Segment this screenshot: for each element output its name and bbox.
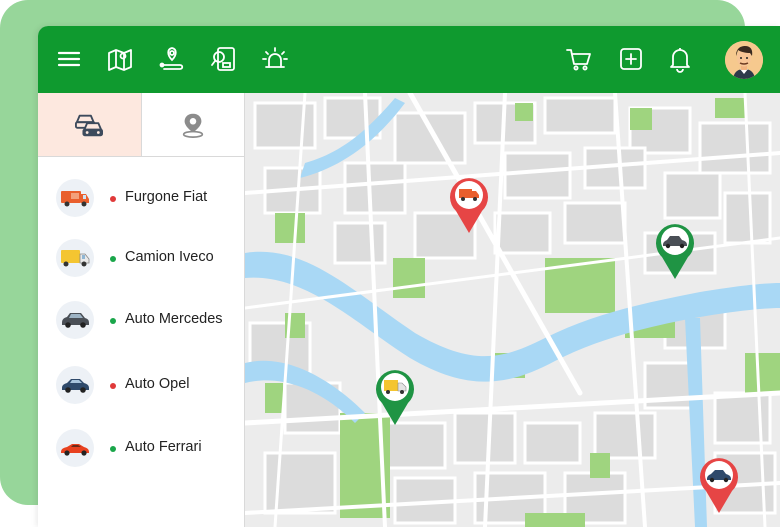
- location-pin-icon: [182, 113, 203, 138]
- avatar-face-icon: [725, 41, 763, 79]
- marker-pin-icon: [450, 178, 488, 233]
- notifications-button[interactable]: [664, 43, 696, 75]
- vehicle-item-auto-ferrari[interactable]: Auto Ferrari: [38, 427, 244, 471]
- vehicle-item-furgone-fiat[interactable]: Furgone Fiat: [38, 177, 244, 221]
- vehicle-sidebar: Furgone Fiat Camion Iveco Auto Mercedes: [38, 93, 245, 527]
- document-search-icon: [211, 47, 235, 71]
- vehicles-icon: [75, 114, 104, 136]
- vehicle-label: Auto Mercedes: [125, 311, 223, 327]
- marker-pin-icon: [700, 458, 738, 513]
- alarm-light-icon: [262, 47, 288, 68]
- status-dot: [110, 446, 116, 452]
- sidebar-tabs: [38, 93, 244, 157]
- route-pin-icon: [159, 47, 184, 70]
- car-icon: [56, 366, 94, 404]
- menu-icon: [57, 51, 81, 67]
- alarm-button[interactable]: [259, 43, 291, 75]
- cart-button[interactable]: [563, 43, 595, 75]
- van-icon: [56, 179, 94, 217]
- map-marker-camion-iveco[interactable]: [371, 365, 419, 427]
- sports-car-icon: [56, 429, 94, 467]
- map-icon: [108, 49, 132, 71]
- truck-icon: [56, 239, 94, 277]
- vehicle-label: Furgone Fiat: [125, 189, 208, 205]
- bell-icon: [670, 48, 690, 73]
- plus-square-icon: [620, 48, 642, 70]
- vehicle-item-camion-iveco[interactable]: Camion Iveco: [38, 237, 244, 281]
- status-dot: [110, 256, 116, 262]
- user-avatar[interactable]: [725, 41, 763, 79]
- vehicle-item-auto-mercedes[interactable]: Auto Mercedes: [38, 299, 244, 343]
- map-marker-furgone-fiat[interactable]: [445, 173, 493, 235]
- route-button[interactable]: [156, 43, 188, 75]
- map-marker-auto-mercedes[interactable]: [651, 219, 699, 281]
- vehicle-label: Camion Iveco: [125, 249, 214, 265]
- marker-pin-icon: [376, 370, 414, 425]
- vehicle-label: Auto Ferrari: [125, 439, 202, 455]
- menu-button[interactable]: [53, 43, 85, 75]
- status-dot: [110, 196, 116, 202]
- document-search-button[interactable]: [208, 43, 240, 75]
- marker-pin-icon: [656, 224, 694, 279]
- map-marker-auto-opel[interactable]: [695, 453, 743, 515]
- map-view[interactable]: [245, 93, 780, 527]
- vehicle-item-auto-opel[interactable]: Auto Opel: [38, 364, 244, 408]
- map-button[interactable]: [104, 43, 136, 75]
- car-icon: [56, 301, 94, 339]
- status-dot: [110, 318, 116, 324]
- tab-locations[interactable]: [140, 93, 245, 156]
- add-button[interactable]: [615, 43, 647, 75]
- tab-vehicles[interactable]: [38, 93, 141, 156]
- top-bar: [38, 26, 780, 93]
- cart-icon: [566, 49, 591, 71]
- app-window: Furgone Fiat Camion Iveco Auto Mercedes: [38, 26, 780, 527]
- vehicle-label: Auto Opel: [125, 376, 190, 392]
- status-dot: [110, 383, 116, 389]
